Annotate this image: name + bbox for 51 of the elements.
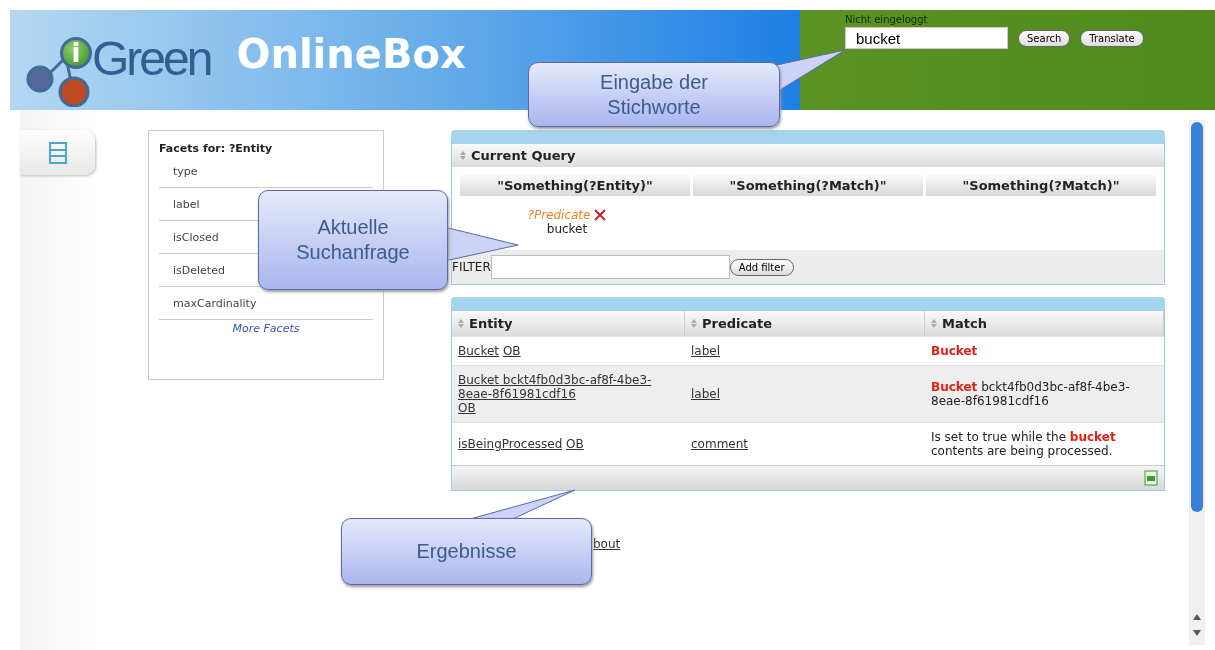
column-header[interactable]: Match bbox=[942, 316, 987, 331]
sort-icon bbox=[691, 319, 697, 328]
list-icon bbox=[48, 141, 67, 164]
match-text: Bucket bbox=[931, 344, 978, 358]
predicate-link[interactable]: label bbox=[691, 344, 721, 358]
csv-export-icon[interactable] bbox=[1144, 470, 1158, 486]
header-button[interactable]: Translate bbox=[1080, 29, 1144, 47]
filter-label: FILTER bbox=[452, 260, 491, 274]
facet-item[interactable]: isClosed bbox=[173, 231, 219, 244]
header-button[interactable]: Search bbox=[1018, 29, 1071, 47]
column-header: "Something(?Match)" bbox=[693, 175, 923, 196]
logo-text: Green bbox=[92, 30, 211, 86]
facet-item[interactable]: type bbox=[173, 165, 198, 178]
sort-icon bbox=[931, 319, 937, 328]
facet-item[interactable]: isDeleted bbox=[173, 264, 225, 277]
column-header: "Something(?Entity)" bbox=[460, 175, 690, 196]
column-header[interactable]: Entity bbox=[469, 316, 513, 331]
logo-badge: i bbox=[60, 36, 92, 69]
scrollbar[interactable] bbox=[1189, 120, 1205, 645]
facet-item[interactable]: label bbox=[173, 198, 200, 211]
callout: Aktuelle Suchanfrage bbox=[258, 190, 448, 290]
entity-link[interactable]: OB bbox=[458, 401, 476, 415]
column-header: "Something(?Match)" bbox=[926, 175, 1156, 196]
app-title: OnlineBox bbox=[236, 31, 466, 77]
more-facets-link[interactable]: More Facets bbox=[232, 320, 300, 335]
match-text: Bucket bckt4fb0d3bc-af8f-4be3-8eae-8f61981cdf16 bbox=[931, 380, 1131, 408]
sidebar-tab[interactable] bbox=[20, 130, 95, 175]
entity-link[interactable]: Bucket bckt4fb0d3bc-af8f-4be3-8eae-8f61981cdf16 bbox=[458, 373, 673, 401]
callout: Ergebnisse bbox=[341, 518, 592, 585]
add-filter-button[interactable]: Add filter bbox=[729, 258, 794, 276]
login-status: Nicht eingeloggt bbox=[845, 14, 928, 25]
search-field[interactable]: bucket bbox=[845, 27, 1008, 49]
sort-icon bbox=[458, 319, 464, 328]
entity-link[interactable]: OB bbox=[566, 437, 584, 451]
about-link[interactable]: bout bbox=[593, 537, 621, 551]
remove-icon[interactable] bbox=[594, 209, 607, 221]
panel-title: Current Query bbox=[471, 148, 576, 163]
query-variable: ?Predicate bbox=[527, 208, 591, 222]
callout: Eingabe der Stichworte bbox=[528, 62, 780, 127]
predicate-link[interactable]: label bbox=[691, 387, 721, 401]
entity-link[interactable]: OB bbox=[502, 344, 521, 358]
facet-item[interactable]: maxCardinality bbox=[173, 297, 257, 310]
predicate-link[interactable]: comment bbox=[691, 437, 748, 451]
query-value: bucket bbox=[546, 222, 588, 236]
sort-icon bbox=[460, 151, 466, 160]
entity-link[interactable]: Bucket bbox=[458, 344, 500, 358]
match-text: Is set to true while the bucket contents are being processed. bbox=[931, 430, 1117, 458]
column-header[interactable]: Predicate bbox=[702, 316, 773, 331]
filter-field[interactable] bbox=[490, 255, 730, 279]
entity-link[interactable]: isBeingProcessed bbox=[458, 437, 563, 451]
facets-title: Facets for: ?Entity bbox=[159, 142, 273, 155]
